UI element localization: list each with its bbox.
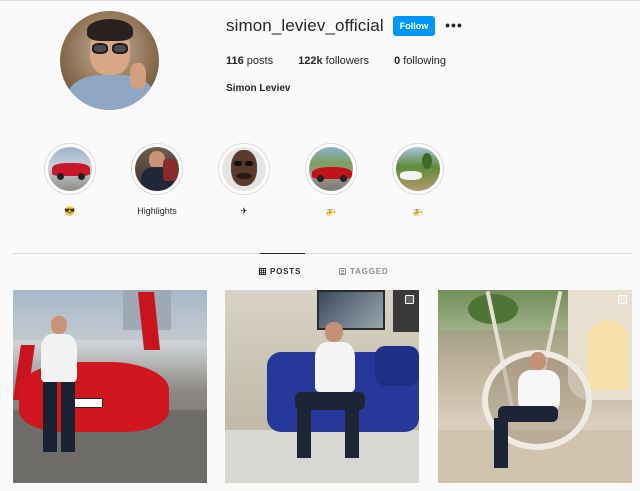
- followers-stat[interactable]: 122k followers: [298, 55, 369, 67]
- following-label: following: [400, 55, 447, 67]
- top-border: [0, 0, 640, 1]
- followers-count: 122k: [298, 55, 323, 67]
- profile-stats: 116 posts 122k followers 0 following: [226, 55, 471, 67]
- post-tile[interactable]: [438, 290, 632, 483]
- red-car-photo-icon: [48, 147, 92, 191]
- highlight-ring: [44, 143, 96, 195]
- tab-posts[interactable]: POSTS: [259, 267, 301, 276]
- avatar-hair: [87, 19, 133, 41]
- highlight-label: 🚁: [412, 206, 424, 216]
- face-closeup-photo-icon: [222, 147, 266, 191]
- tabs-divider: [12, 253, 632, 254]
- active-tab-indicator: [260, 253, 305, 254]
- highlight-label: 🚁: [325, 206, 337, 216]
- man-in-hanging-chair-photo-icon: [438, 290, 632, 483]
- avatar-hand: [130, 63, 146, 89]
- followers-label: followers: [322, 55, 370, 67]
- multiple-photos-icon: [618, 295, 627, 304]
- avatar-sunglasses-left: [92, 43, 108, 54]
- highlight-item-3[interactable]: ✈: [212, 143, 276, 217]
- post-tile[interactable]: [13, 290, 207, 483]
- white-car-field-photo-icon: [396, 147, 440, 191]
- red-sportscar-photo-icon: [309, 147, 353, 191]
- highlight-ring: [218, 143, 270, 195]
- grid-icon: [259, 268, 266, 275]
- highlight-label: ✈: [240, 206, 248, 216]
- avatar-sunglasses-right: [112, 43, 128, 54]
- follow-button[interactable]: Follow: [393, 16, 435, 36]
- man-on-blue-sofa-photo-icon: [225, 290, 419, 483]
- highlight-item-4[interactable]: 🚁: [299, 143, 363, 217]
- posts-count-stat: 116 posts: [226, 55, 273, 67]
- profile-full-name: Simon Leviev: [226, 83, 291, 94]
- tab-tagged[interactable]: TAGGED: [339, 267, 388, 276]
- following-stat[interactable]: 0 following: [394, 55, 446, 67]
- tag-icon: [339, 268, 346, 275]
- multiple-photos-icon: [405, 295, 414, 304]
- profile-username: simon_leviev_official: [226, 16, 384, 35]
- man-portrait-photo-icon: [135, 147, 179, 191]
- post-tile[interactable]: [225, 290, 419, 483]
- highlight-item-5[interactable]: 🚁: [386, 143, 450, 217]
- highlight-item-2[interactable]: Highlights: [125, 143, 189, 217]
- highlight-ring: [305, 143, 357, 195]
- more-options-icon[interactable]: •••: [444, 15, 464, 35]
- man-with-red-lamborghini-photo-icon: [13, 290, 207, 483]
- highlight-label: 😎: [64, 206, 76, 216]
- posts-label: posts: [243, 55, 274, 67]
- highlight-label: Highlights: [137, 206, 177, 216]
- profile-avatar[interactable]: [60, 11, 159, 110]
- highlight-ring: [131, 143, 183, 195]
- highlight-ring: [392, 143, 444, 195]
- highlight-item-1[interactable]: 😎: [38, 143, 102, 217]
- posts-count: 116: [226, 55, 244, 67]
- tab-tagged-label: TAGGED: [350, 267, 389, 276]
- tab-posts-label: POSTS: [270, 267, 302, 276]
